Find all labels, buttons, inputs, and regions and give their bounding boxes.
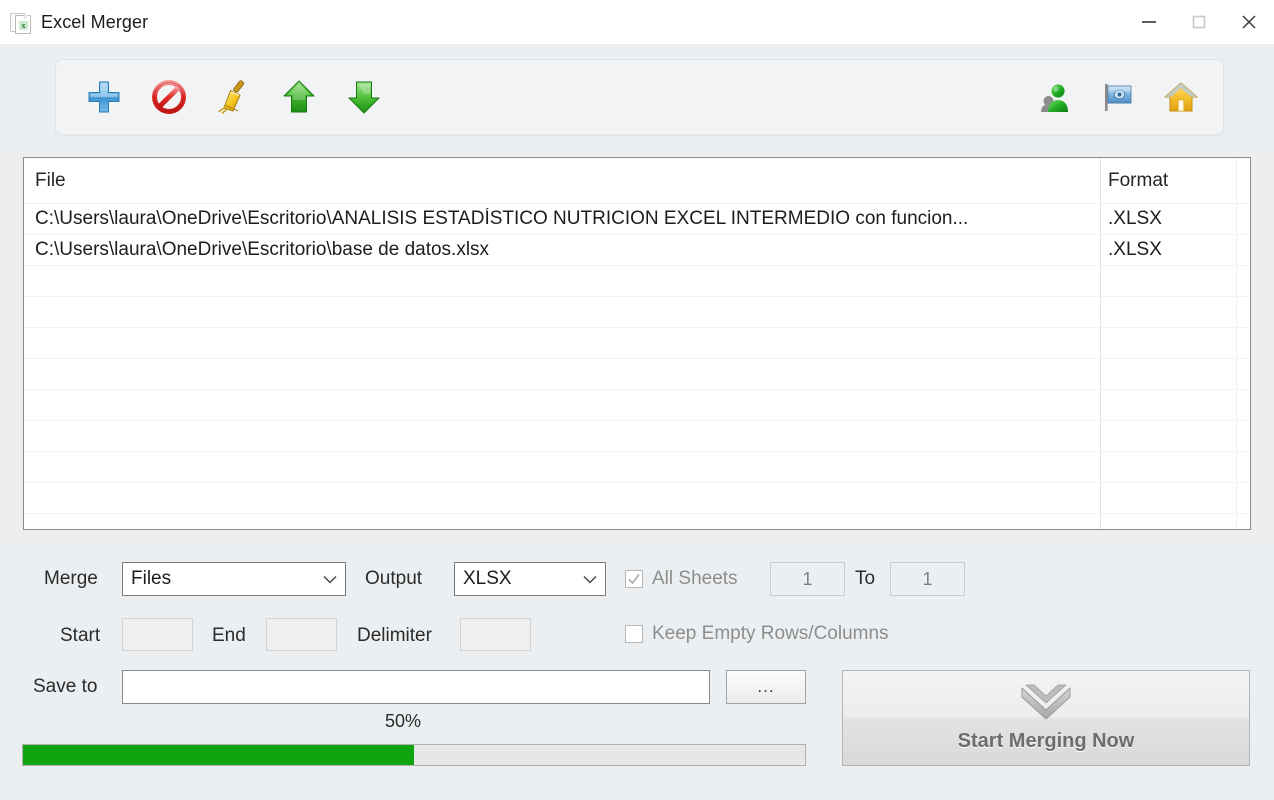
start-merging-button[interactable]: Start Merging Now <box>842 670 1250 766</box>
chevron-down-icon <box>323 575 337 584</box>
end-label: End <box>212 625 246 646</box>
file-path-cell: C:\Users\laura\OneDrive\Escritorio\ANALI… <box>35 208 969 229</box>
toolbar-area <box>0 44 1274 154</box>
table-row-empty[interactable] <box>24 297 1250 328</box>
toolbar-left-group <box>78 71 390 123</box>
start-input[interactable] <box>122 618 193 651</box>
save-to-value <box>123 671 709 683</box>
toolbar-right-group <box>1029 71 1207 123</box>
table-row-empty[interactable] <box>24 359 1250 390</box>
user-button[interactable] <box>1029 71 1081 123</box>
output-select-value: XLSX <box>463 568 512 589</box>
red-prohibition-icon <box>152 80 186 114</box>
chevron-down-icon <box>583 575 597 584</box>
title-bar-left: x Excel Merger <box>0 11 1124 34</box>
yellow-home-icon <box>1164 82 1198 112</box>
file-format-cell: .XLSX <box>1108 239 1162 260</box>
table-row-empty[interactable] <box>24 390 1250 421</box>
minimize-button[interactable] <box>1124 0 1174 44</box>
progress-bar-fill <box>23 745 414 765</box>
browse-button[interactable]: ... <box>726 670 806 704</box>
sheet-to-value: 1 <box>922 568 933 589</box>
all-sheets-label: All Sheets <box>652 568 738 589</box>
sheet-to-input[interactable]: 1 <box>890 562 965 596</box>
toolbar-panel <box>55 59 1224 135</box>
table-row-empty[interactable] <box>24 483 1250 514</box>
file-list[interactable]: File Format C:\Users\laura\OneDrive\Escr… <box>23 157 1251 530</box>
merge-label: Merge <box>44 568 98 589</box>
move-up-button[interactable] <box>273 71 325 123</box>
green-down-arrow-icon <box>348 81 380 114</box>
output-label: Output <box>365 568 423 589</box>
green-up-arrow-icon <box>283 80 315 113</box>
column-header-file[interactable]: File <box>35 170 66 192</box>
file-format-cell: .XLSX <box>1108 208 1162 229</box>
remove-files-button[interactable] <box>143 71 195 123</box>
table-row[interactable]: C:\Users\laura\OneDrive\Escritorio\ANALI… <box>24 204 1250 235</box>
table-row-empty[interactable] <box>24 452 1250 483</box>
title-bar: x Excel Merger <box>0 0 1274 45</box>
file-list-header: File Format <box>24 158 1250 204</box>
file-path-cell: C:\Users\laura\OneDrive\Escritorio\base … <box>35 239 490 260</box>
table-row-empty[interactable] <box>24 514 1250 529</box>
save-to-input[interactable] <box>122 670 710 704</box>
checkmark-icon <box>628 573 640 585</box>
sheet-from-value: 1 <box>802 568 813 589</box>
merge-select[interactable]: Files <box>122 562 346 596</box>
all-sheets-checkbox[interactable] <box>625 570 643 588</box>
progress-bar <box>22 744 806 766</box>
window-title: Excel Merger <box>41 11 149 32</box>
add-files-button[interactable] <box>78 71 130 123</box>
merge-select-value: Files <box>131 568 172 589</box>
window-controls <box>1124 0 1274 44</box>
excel-document-icon: x <box>10 11 32 34</box>
delimiter-label: Delimiter <box>357 625 432 646</box>
close-button[interactable] <box>1224 0 1274 44</box>
table-row-empty[interactable] <box>24 266 1250 297</box>
delimiter-input[interactable] <box>460 618 531 651</box>
table-row-empty[interactable] <box>24 328 1250 359</box>
save-to-label: Save to <box>33 676 98 697</box>
blue-flag-icon <box>1105 84 1132 111</box>
keep-empty-checkbox[interactable] <box>625 625 643 643</box>
progress-percent-label: 50% <box>384 711 422 731</box>
end-input-value <box>267 619 336 629</box>
double-chevron-down-icon <box>1021 684 1071 719</box>
start-label: Start <box>60 625 101 646</box>
start-input-value <box>123 619 192 629</box>
column-header-format[interactable]: Format <box>1108 170 1168 192</box>
yellow-broom-icon <box>218 80 245 114</box>
file-list-inner: File Format C:\Users\laura\OneDrive\Escr… <box>24 158 1250 529</box>
start-merging-label: Start Merging Now <box>957 729 1135 752</box>
flag-button[interactable] <box>1092 71 1144 123</box>
to-label: To <box>855 568 876 589</box>
clear-list-button[interactable] <box>208 71 260 123</box>
keep-empty-label: Keep Empty Rows/Columns <box>652 623 889 644</box>
green-person-icon <box>1041 84 1068 112</box>
move-down-button[interactable] <box>338 71 390 123</box>
maximize-button[interactable] <box>1174 0 1224 44</box>
home-button[interactable] <box>1155 71 1207 123</box>
table-row-empty[interactable] <box>24 421 1250 452</box>
delimiter-input-value <box>461 619 530 629</box>
table-row[interactable]: C:\Users\laura\OneDrive\Escritorio\base … <box>24 235 1250 266</box>
sheet-from-input[interactable]: 1 <box>770 562 845 596</box>
blue-plus-icon <box>88 81 120 113</box>
end-input[interactable] <box>266 618 337 651</box>
output-select[interactable]: XLSX <box>454 562 606 596</box>
